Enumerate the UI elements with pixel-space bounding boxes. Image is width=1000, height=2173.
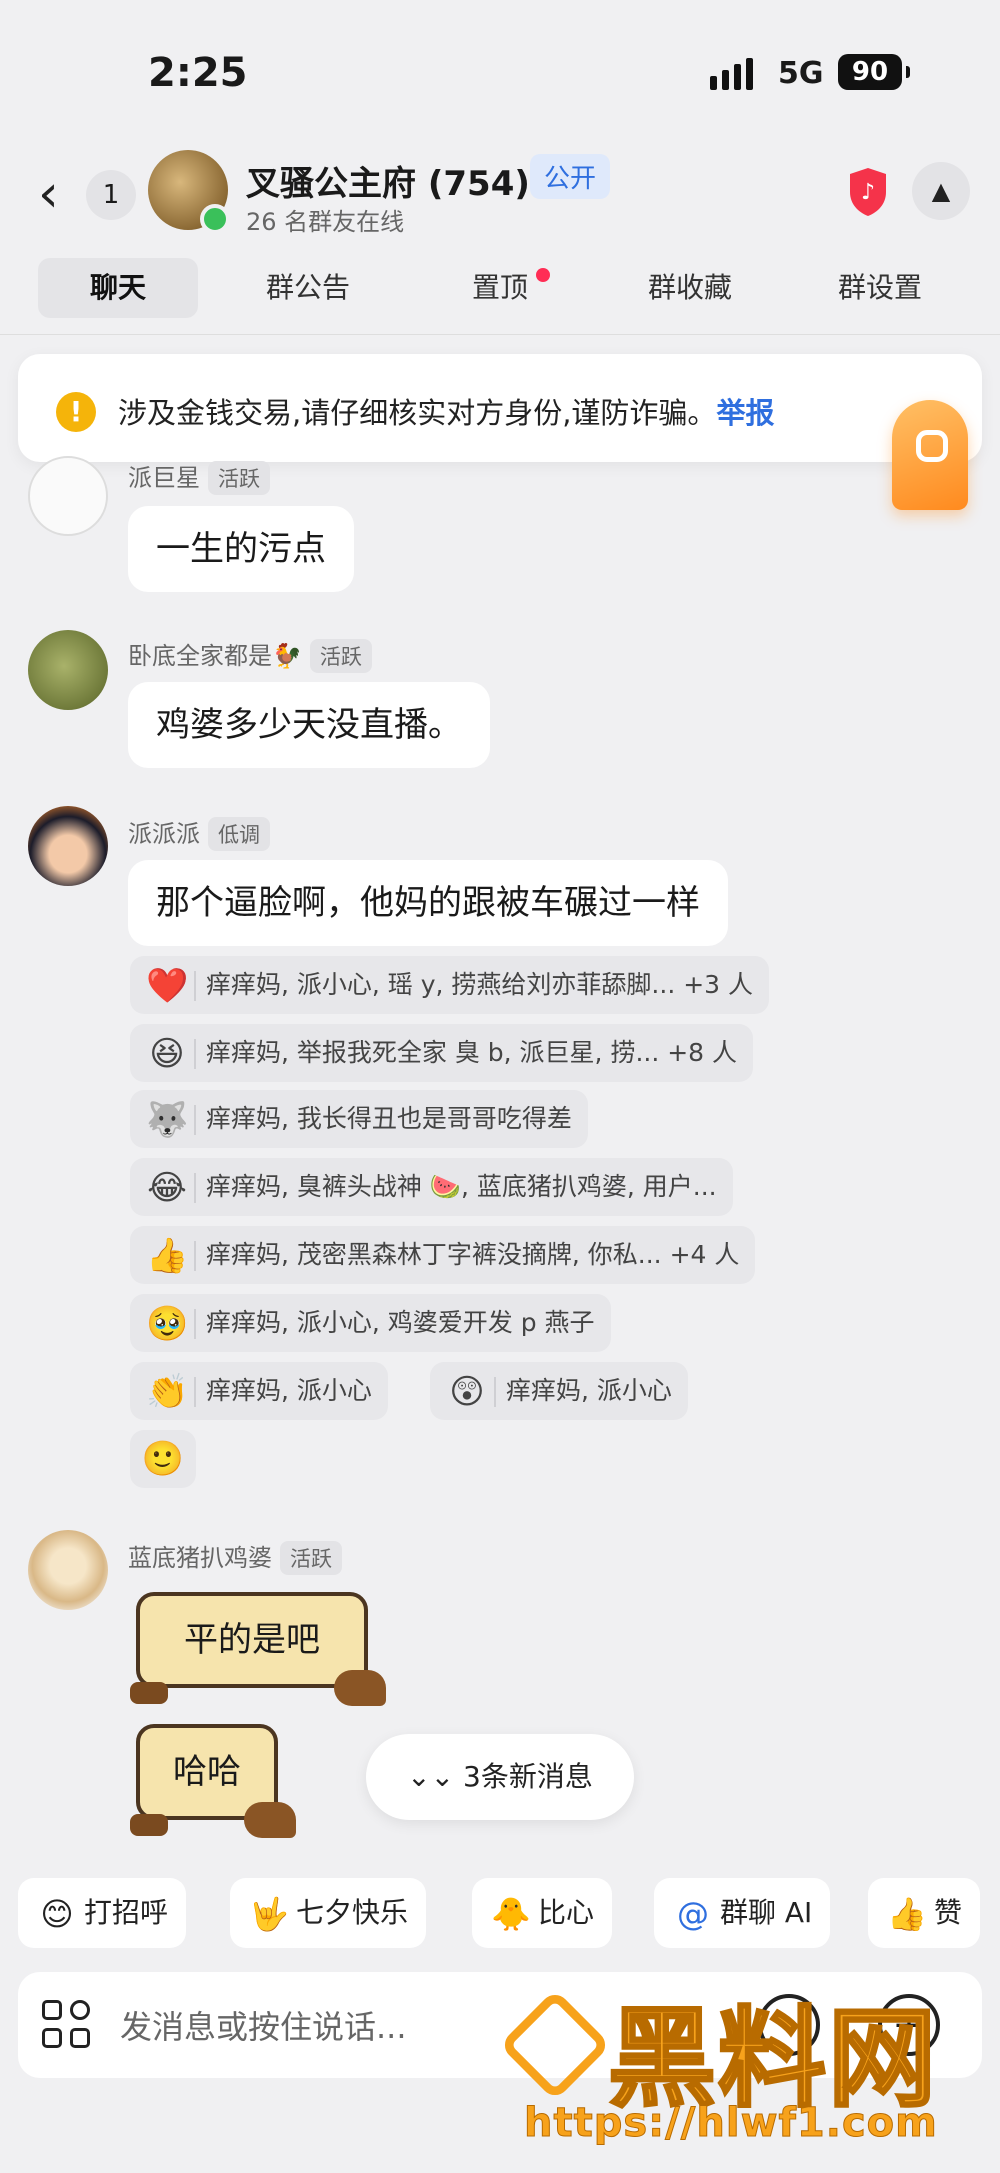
- activity-tag: 活跃: [208, 461, 270, 495]
- watermark: 黑料网 https://hlwf1.com: [498, 1980, 990, 2147]
- back-arrow-icon[interactable]: ‹: [38, 168, 74, 220]
- tab-announcement[interactable]: 群公告: [228, 258, 388, 318]
- add-reaction-icon[interactable]: 🙂: [130, 1430, 196, 1488]
- new-messages-label: 3条新消息: [463, 1760, 593, 1793]
- message-bubble[interactable]: 那个逼脸啊，他妈的跟被车碾过一样: [128, 860, 728, 946]
- sender-name-text: 派派派: [128, 820, 200, 848]
- heart-icon: ❤️: [146, 966, 189, 1006]
- at-sign-icon: @: [677, 1895, 709, 1933]
- divider: [0, 334, 1000, 335]
- group-name[interactable]: 叉骚公主府 (754): [246, 156, 530, 205]
- door-icon[interactable]: [892, 400, 968, 510]
- avatar[interactable]: [28, 456, 108, 536]
- public-badge: 公开: [530, 154, 611, 199]
- double-chevron-down-icon: ⌄⌄: [407, 1760, 463, 1793]
- avatar[interactable]: [28, 630, 108, 710]
- sender-name: 派派派 低调: [128, 814, 270, 851]
- reaction-users: 痒痒妈, 派小心, 瑶 y, 捞燕给刘亦菲舔脚... +3 人: [206, 970, 754, 999]
- reaction-chip[interactable]: 👏 痒痒妈, 派小心: [130, 1362, 388, 1420]
- reaction-chip[interactable]: 😂 痒痒妈, 臭裤头战神 🍉, 蓝底猪扒鸡婆, 用户...: [130, 1158, 733, 1216]
- message-bubble[interactable]: 鸡婆多少天没直播。: [128, 682, 490, 768]
- message-input[interactable]: 发消息或按住说话...: [120, 2002, 407, 2048]
- reaction-users: 痒痒妈, 派小心: [506, 1376, 672, 1405]
- tab-favorites[interactable]: 群收藏: [610, 258, 770, 318]
- quick-reply-label: 群聊 AI: [720, 1896, 813, 1929]
- signal-icon: [710, 58, 753, 90]
- activity-tag: 低调: [208, 817, 270, 851]
- tab-chat[interactable]: 聊天: [38, 258, 198, 318]
- online-status-dot: [200, 204, 230, 234]
- chick-icon: 🐥: [491, 1895, 531, 1933]
- reaction-users: 痒痒妈, 派小心: [206, 1376, 372, 1405]
- collapse-arrow-icon[interactable]: ▲: [912, 162, 970, 220]
- laughing-face-icon: 😆: [149, 1034, 185, 1074]
- reaction-users: 痒痒妈, 我长得丑也是哥哥吃得差: [206, 1104, 572, 1133]
- sender-name-text: 卧底全家都是🐓: [128, 642, 302, 670]
- apps-grid-icon[interactable]: [42, 1995, 95, 2052]
- tab-bar: 聊天 群公告 置顶 群收藏 群设置: [0, 258, 1000, 322]
- fraud-warning-banner: ! 涉及金钱交易,请仔细核实对方身份,谨防诈骗。举报: [18, 354, 982, 462]
- warning-icon: !: [56, 392, 96, 432]
- douyin-shield-icon[interactable]: ♪: [846, 166, 890, 218]
- watermark-logo: [498, 1988, 612, 2102]
- warning-text: 涉及金钱交易,请仔细核实对方身份,谨防诈骗。举报: [118, 390, 774, 432]
- quick-reply-label: 赞: [934, 1896, 963, 1929]
- activity-tag: 活跃: [280, 1541, 342, 1575]
- quick-reply-label: 比心: [538, 1896, 595, 1929]
- quick-reply-heart[interactable]: 🐥 比心: [472, 1878, 613, 1948]
- dachshund-sticker[interactable]: 哈哈: [130, 1724, 296, 1838]
- unread-back-count[interactable]: 1: [86, 170, 136, 220]
- reaction-users: 痒痒妈, 举报我死全家 臭 b, 派巨星, 捞... +8 人: [206, 1038, 738, 1067]
- reaction-chip[interactable]: 😲 痒痒妈, 派小心: [430, 1362, 688, 1420]
- quick-reply-bar: 😊 打招呼 🤟 七夕快乐 🐥 比心 @ 群聊 AI 👍 赞: [0, 1878, 1000, 1950]
- tab-settings[interactable]: 群设置: [800, 258, 960, 318]
- husky-dog-icon: 🐺: [146, 1100, 189, 1140]
- hand-gesture-icon: 🤟: [249, 1895, 289, 1933]
- message-bubble[interactable]: 一生的污点: [128, 506, 354, 592]
- clapping-hands-icon: 👏: [146, 1372, 189, 1412]
- avatar[interactable]: [28, 1530, 108, 1610]
- quick-reply-greet[interactable]: 😊 打招呼: [18, 1878, 187, 1948]
- teary-face-icon: 🥹: [146, 1304, 189, 1344]
- quick-reply-qixi[interactable]: 🤟 七夕快乐: [230, 1878, 427, 1948]
- sender-name-text: 派巨星: [128, 464, 200, 492]
- online-count: 26 名群友在线: [246, 208, 405, 236]
- chat-header: ‹ 1 叉骚公主府 (754) 公开 26 名群友在线 ♪ ▲: [0, 140, 1000, 260]
- reaction-users: 痒痒妈, 臭裤头战神 🍉, 蓝底猪扒鸡婆, 用户...: [206, 1172, 717, 1201]
- reaction-chip[interactable]: 🐺 痒痒妈, 我长得丑也是哥哥吃得差: [130, 1090, 588, 1148]
- status-bar: 2:25 5G 90: [0, 0, 1000, 140]
- surprised-face-icon: 😲: [449, 1372, 485, 1412]
- warning-message: 涉及金钱交易,请仔细核实对方身份,谨防诈骗。: [118, 396, 717, 430]
- activity-tag: 活跃: [309, 639, 372, 673]
- smile-icon: 😊: [40, 1895, 74, 1933]
- sender-name: 卧底全家都是🐓 活跃: [128, 636, 372, 673]
- reaction-users: 痒痒妈, 派小心, 鸡婆爱开发 p 燕子: [206, 1308, 595, 1337]
- thumbs-up-icon: 👍: [887, 1895, 927, 1933]
- new-messages-button[interactable]: ⌄⌄ 3条新消息: [366, 1734, 634, 1820]
- tab-pinned[interactable]: 置顶: [420, 258, 580, 318]
- network-type: 5G: [778, 56, 824, 91]
- sender-name: 蓝底猪扒鸡婆 活跃: [128, 1538, 342, 1575]
- reaction-chip[interactable]: ❤️ 痒痒妈, 派小心, 瑶 y, 捞燕给刘亦菲舔脚... +3 人: [130, 956, 770, 1014]
- status-time: 2:25: [148, 50, 248, 96]
- report-link[interactable]: 举报: [716, 396, 774, 430]
- thumbs-up-icon: 👍: [146, 1236, 189, 1276]
- pinned-badge-dot: [536, 268, 550, 282]
- reaction-chip[interactable]: 👍 痒痒妈, 茂密黑森林丁字裤没摘牌, 你私... +4 人: [130, 1226, 756, 1284]
- reaction-chip[interactable]: 😆 痒痒妈, 举报我死全家 臭 b, 派巨星, 捞... +8 人: [130, 1024, 754, 1082]
- avatar[interactable]: [28, 806, 108, 886]
- dachshund-sticker[interactable]: 平的是吧: [130, 1592, 386, 1706]
- quick-reply-label: 七夕快乐: [296, 1896, 409, 1929]
- quick-reply-like[interactable]: 👍 赞: [868, 1878, 981, 1948]
- sender-name: 派巨星 活跃: [128, 458, 270, 495]
- watermark-url: https://hlwf1.com: [524, 2100, 938, 2147]
- tears-of-joy-icon: 😂: [147, 1168, 187, 1208]
- quick-reply-ai[interactable]: @ 群聊 AI: [654, 1878, 831, 1948]
- battery-indicator: 90: [838, 54, 910, 90]
- reaction-chip[interactable]: 🥹 痒痒妈, 派小心, 鸡婆爱开发 p 燕子: [130, 1294, 611, 1352]
- svg-text:♪: ♪: [861, 180, 875, 205]
- sender-name-text: 蓝底猪扒鸡婆: [128, 1544, 272, 1572]
- reaction-users: 痒痒妈, 茂密黑森林丁字裤没摘牌, 你私... +4 人: [206, 1240, 740, 1269]
- quick-reply-label: 打招呼: [84, 1896, 169, 1929]
